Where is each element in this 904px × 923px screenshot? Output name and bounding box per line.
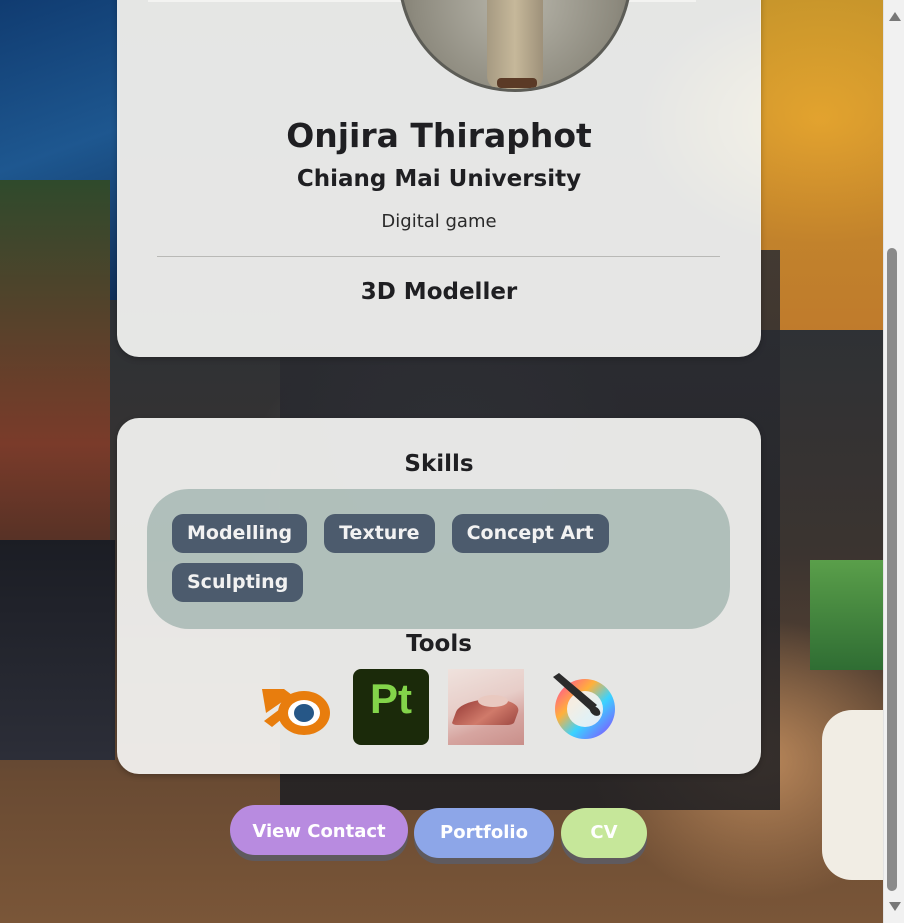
tools-title: Tools	[406, 631, 472, 657]
substance-designer-icon	[448, 669, 524, 745]
view-contact-button[interactable]: View Contact	[230, 805, 408, 855]
portfolio-button[interactable]: Portfolio	[414, 808, 554, 858]
skills-card: Skills Modelling Texture Concept Art Scu…	[117, 418, 761, 774]
skill-chip: Texture	[324, 514, 435, 553]
scroll-thumb[interactable]	[887, 248, 897, 891]
blender-icon	[258, 669, 334, 745]
profile-major: Digital game	[381, 211, 497, 232]
scroll-down-arrow-icon[interactable]	[889, 902, 901, 911]
cv-button[interactable]: CV	[561, 808, 647, 858]
skills-box: Modelling Texture Concept Art Sculpting	[147, 489, 730, 629]
vertical-scrollbar[interactable]	[883, 0, 904, 923]
profile-content: Onjira Thiraphot Chiang Mai University D…	[117, 0, 761, 357]
pt-label: Pt	[370, 675, 412, 722]
skills-title: Skills	[404, 451, 474, 477]
skill-chip: Concept Art	[451, 514, 609, 553]
adobe-substance-painter-icon: Pt	[353, 669, 429, 745]
krita-icon	[545, 669, 621, 745]
skill-chip: Modelling	[172, 514, 308, 553]
avatar	[398, 0, 632, 92]
scroll-up-arrow-icon[interactable]	[889, 12, 901, 21]
profile-university: Chiang Mai University	[296, 166, 582, 192]
skill-chip: Sculpting	[172, 563, 304, 602]
profile-role: 3D Modeller	[360, 279, 518, 305]
divider	[157, 256, 720, 257]
tools-row: Pt	[258, 669, 618, 745]
profile-name: Onjira Thiraphot	[286, 116, 592, 155]
